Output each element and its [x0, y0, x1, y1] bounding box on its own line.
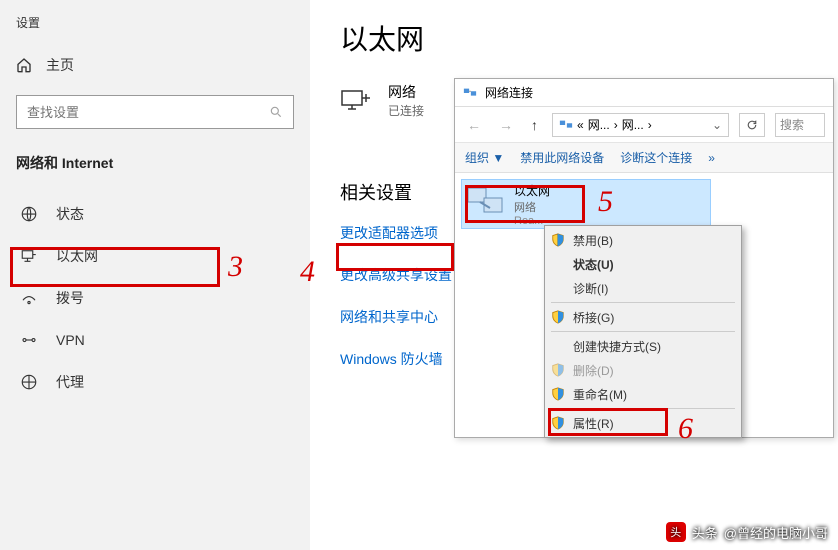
adapter-status: 已连接: [388, 102, 424, 119]
nc-toolbar: 组织 ▼ 禁用此网络设备 诊断这个连接 »: [455, 143, 833, 173]
dialup-icon: [20, 289, 38, 307]
adapter-ethernet[interactable]: 以太网 网络 Rea...: [461, 179, 711, 229]
sidebar-item-ethernet[interactable]: 以太网: [16, 235, 294, 277]
ctx-status[interactable]: 状态(U): [547, 252, 739, 276]
back-button[interactable]: ←: [463, 117, 485, 133]
ctx-label: 删除(D): [573, 362, 614, 379]
ctx-bridge[interactable]: 桥接(G): [547, 305, 739, 329]
ctx-separator: [551, 331, 735, 332]
ctx-rename[interactable]: 重命名(M): [547, 382, 739, 406]
ctx-label: 状态(U): [573, 256, 614, 273]
globe-icon: [20, 205, 38, 223]
watermark-logo: 头: [666, 522, 686, 542]
shield-icon: [551, 416, 565, 430]
ctx-label: 禁用(B): [573, 232, 613, 249]
crumb-2: 网...: [622, 116, 644, 133]
toolbar-organize[interactable]: 组织 ▼: [465, 149, 504, 166]
ctx-separator: [551, 302, 735, 303]
category-heading: 网络和 Internet: [16, 153, 294, 173]
refresh-button[interactable]: [739, 113, 765, 137]
nc-search-hint: 搜索: [780, 116, 804, 133]
breadcrumb[interactable]: « 网... › 网... › ⌄: [552, 113, 729, 137]
nc-path-icon: [559, 118, 573, 132]
search-field[interactable]: [27, 105, 269, 120]
nc-titlebar[interactable]: 网络连接: [455, 79, 833, 107]
search-input[interactable]: [16, 95, 294, 129]
refresh-icon: [746, 119, 758, 131]
context-menu: 禁用(B) 状态(U) 诊断(I) 桥接(G) 创建快捷方式(S) 删除(D) …: [544, 225, 742, 438]
toolbar-diagnose[interactable]: 诊断这个连接: [620, 149, 692, 166]
ctx-label: 桥接(G): [573, 309, 614, 326]
adapter-name: 网络: [388, 82, 424, 102]
search-icon: [269, 105, 283, 119]
nc-title-text: 网络连接: [485, 84, 533, 101]
crumb-1: 网...: [588, 116, 610, 133]
watermark-prefix: 头条: [692, 523, 718, 542]
ctx-label: 诊断(I): [573, 280, 608, 297]
ctx-delete: 删除(D): [547, 358, 739, 382]
adapter-icon: [466, 184, 506, 220]
nav-label: VPN: [56, 332, 85, 348]
nav-label: 以太网: [56, 246, 98, 266]
window-title: 设置: [16, 14, 294, 31]
ctx-disable[interactable]: 禁用(B): [547, 228, 739, 252]
ctx-label: 重命名(M): [573, 386, 627, 403]
nav-label: 状态: [56, 204, 84, 224]
vpn-icon: [20, 331, 38, 349]
settings-sidebar: 设置 主页 网络和 Internet 状态 以太网 拨号 VPN 代理: [0, 0, 310, 550]
ctx-properties[interactable]: 属性(R): [547, 411, 739, 435]
page-title: 以太网: [340, 18, 838, 58]
adapter-name: 以太网: [514, 182, 550, 199]
watermark: 头 头条 @曾经的电脑小哥: [666, 522, 828, 542]
nav-label: 拨号: [56, 288, 84, 308]
home-label: 主页: [46, 55, 74, 75]
nav-label: 代理: [56, 372, 84, 392]
home-icon: [16, 57, 32, 73]
forward-button[interactable]: →: [495, 117, 517, 133]
adapter-net: 网络: [514, 199, 550, 215]
shield-icon: [551, 310, 565, 324]
sidebar-item-status[interactable]: 状态: [16, 193, 294, 235]
sidebar-item-dialup[interactable]: 拨号: [16, 277, 294, 319]
monitor-icon: [340, 89, 372, 113]
ctx-separator: [551, 408, 735, 409]
proxy-icon: [20, 373, 38, 391]
home-button[interactable]: 主页: [16, 55, 294, 75]
ctx-shortcut[interactable]: 创建快捷方式(S): [547, 334, 739, 358]
toolbar-disable[interactable]: 禁用此网络设备: [520, 149, 604, 166]
shield-icon: [551, 387, 565, 401]
ethernet-icon: [20, 247, 38, 265]
shield-icon: [551, 363, 565, 377]
sidebar-item-vpn[interactable]: VPN: [16, 319, 294, 361]
toolbar-more[interactable]: »: [708, 151, 715, 165]
chevron-down-icon[interactable]: ⌄: [712, 118, 722, 132]
ctx-label: 创建快捷方式(S): [573, 338, 661, 355]
sidebar-item-proxy[interactable]: 代理: [16, 361, 294, 403]
nc-search[interactable]: 搜索: [775, 113, 825, 137]
watermark-author: @曾经的电脑小哥: [724, 523, 828, 542]
nc-address-bar: ← → ↑ « 网... › 网... › ⌄ 搜索: [455, 107, 833, 143]
ctx-diagnose[interactable]: 诊断(I): [547, 276, 739, 300]
shield-icon: [551, 233, 565, 247]
ctx-label: 属性(R): [573, 415, 614, 432]
nc-icon: [463, 86, 477, 100]
up-button[interactable]: ↑: [527, 117, 542, 133]
